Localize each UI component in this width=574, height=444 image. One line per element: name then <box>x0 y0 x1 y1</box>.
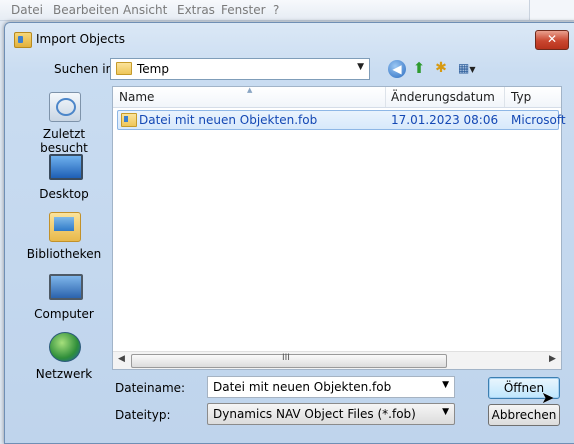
computer-icon <box>49 274 83 300</box>
scroll-grip: III <box>282 353 290 363</box>
horizontal-scrollbar[interactable]: ◀ III ▶ <box>113 351 561 369</box>
place-label: Netzwerk <box>35 367 93 381</box>
place-label: Bibliotheken <box>26 247 102 261</box>
place-network[interactable]: Netzwerk <box>22 332 106 390</box>
back-button[interactable]: ◀ <box>388 60 406 78</box>
file-name: Datei mit neuen Objekten.fob <box>139 113 318 127</box>
file-list[interactable]: Name ▲ Änderungsdatum Typ Datei mit neue… <box>112 86 566 370</box>
place-desktop[interactable]: Desktop <box>22 152 106 210</box>
back-arrow-icon: ◀ <box>392 62 402 76</box>
scroll-left-icon[interactable]: ◀ <box>118 354 125 364</box>
file-row[interactable]: Datei mit neuen Objekten.fob 17.01.2023 … <box>117 110 566 130</box>
place-libraries[interactable]: Bibliotheken <box>22 212 106 270</box>
file-type: Microsoft <box>511 113 566 127</box>
fob-file-icon <box>121 113 137 127</box>
dialog-client: Suchen in: Temp ▼ ◀ ⬆ ✱ ▦▼ Zuletzt besuc… <box>0 0 574 436</box>
lookin-combo[interactable]: Temp ▼ <box>110 58 370 80</box>
chevron-down-icon[interactable]: ▼ <box>357 62 364 72</box>
filename-value[interactable]: Datei mit neuen Objekten.fob <box>213 380 391 394</box>
filetype-select[interactable]: Dynamics NAV Object Files (*.fob) ▼ <box>207 403 455 425</box>
desktop-icon <box>49 154 83 180</box>
places-bar: Zuletzt besucht Desktop Bibliotheken Com… <box>22 92 106 388</box>
column-header-date[interactable]: Änderungsdatum <box>391 90 495 104</box>
scroll-right-icon[interactable]: ▶ <box>549 354 556 364</box>
lookin-label: Suchen in: <box>54 62 118 76</box>
filename-label: Dateiname: <box>115 381 186 395</box>
file-date: 17.01.2023 08:06 <box>391 113 499 127</box>
filetype-label: Dateityp: <box>115 408 171 422</box>
libraries-icon <box>49 212 81 242</box>
chevron-down-icon: ▼ <box>469 65 476 74</box>
column-divider[interactable] <box>385 87 386 107</box>
chevron-down-icon[interactable]: ▼ <box>442 380 449 390</box>
place-recent[interactable]: Zuletzt besucht <box>22 92 106 155</box>
network-icon <box>49 332 81 362</box>
filename-combo[interactable]: Datei mit neuen Objekten.fob ▼ <box>207 376 455 398</box>
new-folder-button[interactable]: ✱ <box>432 59 450 77</box>
up-folder-button[interactable]: ⬆ <box>410 59 428 77</box>
place-computer[interactable]: Computer <box>22 272 106 330</box>
lookin-value: Temp <box>137 62 169 76</box>
folder-icon <box>116 62 132 75</box>
mouse-pointer-icon: ➤ <box>541 388 555 407</box>
place-label: Desktop <box>39 187 89 201</box>
place-label: Computer <box>34 307 94 321</box>
chevron-down-icon[interactable]: ▼ <box>442 407 449 417</box>
cancel-button[interactable]: Abbrechen <box>488 404 560 426</box>
place-label: Zuletzt besucht <box>40 127 88 155</box>
up-arrow-icon: ⬆ <box>412 59 426 77</box>
filetype-value: Dynamics NAV Object Files (*.fob) <box>213 407 416 421</box>
views-menu-button[interactable]: ▦▼ <box>458 61 486 78</box>
file-list-header: Name ▲ Änderungsdatum Typ <box>113 86 561 108</box>
column-divider[interactable] <box>504 87 505 107</box>
scroll-thumb[interactable]: III <box>131 353 447 368</box>
view-grid-icon: ▦ <box>458 61 470 75</box>
column-header-name[interactable]: Name <box>119 90 154 104</box>
recent-places-icon <box>49 92 81 122</box>
sort-ascending-icon: ▲ <box>247 86 253 94</box>
column-header-type[interactable]: Typ <box>511 90 531 104</box>
new-folder-icon: ✱ <box>435 60 447 76</box>
